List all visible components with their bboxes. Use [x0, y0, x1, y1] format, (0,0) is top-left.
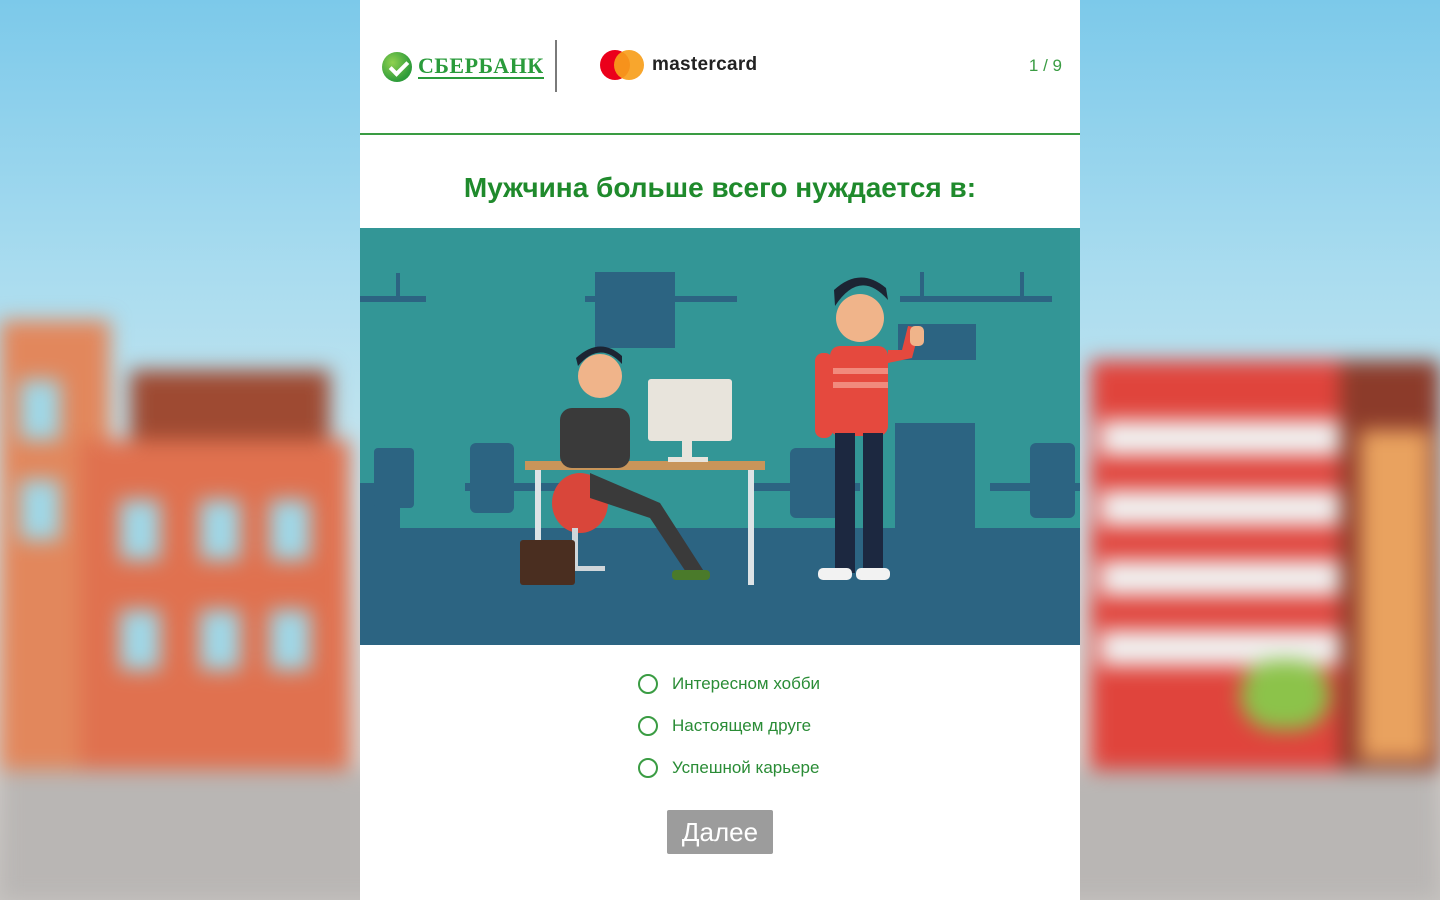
- next-button[interactable]: Далее: [667, 810, 773, 854]
- question-counter: 1 / 9: [1028, 56, 1062, 75]
- sberbank-mark-icon: [382, 52, 412, 82]
- quiz-card: СБЕРБАНК mastercard 1 / 9 Мужчина больше…: [360, 0, 1080, 900]
- mastercard-circles-icon: [600, 50, 644, 80]
- answer-option-friend[interactable]: Настоящем друге: [638, 705, 820, 747]
- answer-options: Интересном хобби Настоящем друге Успешно…: [638, 663, 820, 789]
- answer-option-label[interactable]: Интересном хобби: [672, 674, 820, 694]
- sberbank-logo: СБЕРБАНК: [382, 52, 544, 82]
- office-scene-image: [360, 272, 1080, 645]
- radio-circle-icon[interactable]: [638, 674, 658, 694]
- answer-option-career[interactable]: Успешной карьере: [638, 747, 820, 789]
- mastercard-logo: mastercard: [600, 50, 757, 80]
- answer-option-hobby[interactable]: Интересном хобби: [638, 663, 820, 705]
- logo-divider: [555, 40, 557, 92]
- sberbank-logo-text: СБЕРБАНК: [418, 53, 544, 79]
- mastercard-logo-text: mastercard: [652, 54, 758, 75]
- radio-circle-icon[interactable]: [638, 716, 658, 736]
- question-title: Мужчина больше всего нуждается в:: [463, 172, 977, 203]
- office-illustration: [360, 228, 1080, 645]
- answer-option-label[interactable]: Настоящем друге: [672, 716, 811, 736]
- header: СБЕРБАНК mastercard 1 / 9: [360, 0, 1080, 135]
- radio-circle-icon[interactable]: [638, 758, 658, 778]
- answer-option-label[interactable]: Успешной карьере: [672, 758, 819, 778]
